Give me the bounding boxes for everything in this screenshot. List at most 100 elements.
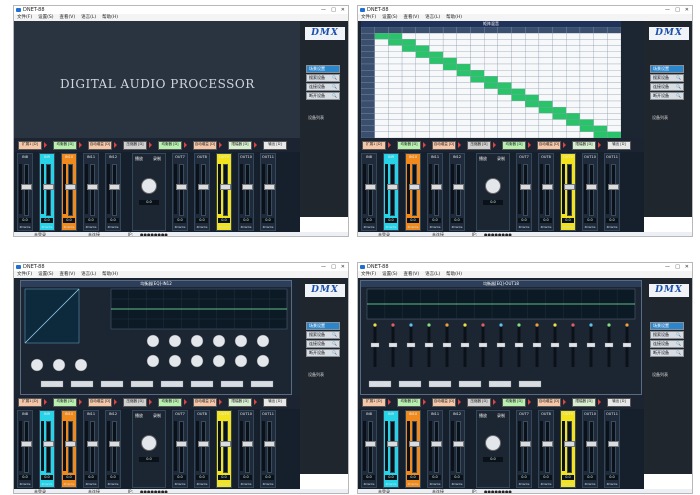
matrix-cell[interactable] bbox=[401, 51, 416, 58]
matrix-cell[interactable] bbox=[374, 107, 389, 114]
matrix-cell[interactable] bbox=[566, 100, 581, 108]
matrix-cell[interactable] bbox=[607, 100, 621, 108]
matrix-cell[interactable] bbox=[456, 125, 471, 132]
matrix-cell[interactable] bbox=[538, 76, 553, 83]
matrix-cell[interactable] bbox=[593, 51, 608, 58]
matrix-cell[interactable] bbox=[497, 100, 512, 108]
matrix-cell[interactable] bbox=[456, 70, 471, 77]
matrix-cell[interactable] bbox=[374, 57, 389, 65]
matrix-cell[interactable] bbox=[525, 76, 540, 83]
menu-item[interactable]: 语言(L) bbox=[425, 272, 440, 277]
menu-item[interactable]: 设置(S) bbox=[38, 272, 53, 277]
matrix-cell[interactable] bbox=[525, 39, 540, 46]
fader-handle[interactable] bbox=[453, 441, 464, 447]
master-knob[interactable] bbox=[141, 435, 157, 451]
matrix-cell[interactable] bbox=[470, 94, 485, 102]
menu-item[interactable]: 设置(S) bbox=[38, 15, 53, 20]
matrix-cell[interactable] bbox=[538, 63, 553, 71]
matrix-cell[interactable] bbox=[374, 113, 389, 120]
matrix-cell[interactable] bbox=[497, 82, 512, 89]
matrix-cell[interactable] bbox=[552, 63, 567, 71]
path-button[interactable]: 自动增益 [D] bbox=[193, 141, 217, 150]
matrix-cell[interactable] bbox=[429, 82, 444, 89]
matrix-cell[interactable] bbox=[579, 82, 594, 89]
menu-item[interactable]: 查看(V) bbox=[403, 272, 419, 277]
path-button[interactable]: 均衡器 [D] bbox=[502, 141, 526, 150]
matrix-cell[interactable] bbox=[484, 45, 498, 52]
matrix-cell[interactable] bbox=[470, 33, 485, 40]
matrix-cell[interactable] bbox=[484, 57, 498, 65]
matrix-cell[interactable] bbox=[497, 70, 512, 77]
matrix-cell[interactable] bbox=[456, 119, 471, 126]
matrix-cell[interactable] bbox=[593, 70, 608, 77]
matrix-cell[interactable] bbox=[484, 107, 498, 114]
matrix-cell[interactable] bbox=[552, 107, 567, 114]
matrix-cell[interactable] bbox=[538, 125, 553, 132]
fader-handle[interactable] bbox=[608, 184, 619, 190]
matrix-cell[interactable] bbox=[429, 119, 444, 126]
matrix-cell[interactable] bbox=[401, 63, 416, 71]
matrix-cell[interactable] bbox=[442, 119, 457, 126]
matrix-cell[interactable] bbox=[401, 88, 416, 95]
matrix-cell[interactable] bbox=[429, 57, 444, 65]
matrix-cell[interactable] bbox=[456, 76, 471, 83]
matrix-cell[interactable] bbox=[470, 57, 485, 65]
path-button[interactable]: 均衡器 [D] bbox=[397, 141, 421, 150]
matrix-cell[interactable] bbox=[374, 51, 389, 58]
matrix-cell[interactable] bbox=[484, 70, 498, 77]
matrix-cell[interactable] bbox=[538, 57, 553, 65]
matrix-cell[interactable] bbox=[579, 88, 594, 95]
matrix-cell[interactable] bbox=[566, 113, 581, 120]
matrix-cell[interactable] bbox=[429, 63, 444, 71]
matrix-cell[interactable] bbox=[552, 57, 567, 65]
matrix-cell[interactable] bbox=[442, 100, 457, 108]
matrix-cell[interactable] bbox=[566, 45, 581, 52]
matrix-cell[interactable] bbox=[388, 76, 403, 83]
matrix-cell[interactable] bbox=[470, 88, 485, 95]
maximize-button[interactable]: □ bbox=[331, 263, 336, 271]
matrix-cell[interactable] bbox=[429, 100, 444, 108]
maximize-button[interactable]: □ bbox=[331, 6, 336, 14]
matrix-cell[interactable] bbox=[552, 100, 567, 108]
matrix-cell[interactable] bbox=[442, 57, 457, 65]
matrix-cell[interactable] bbox=[470, 76, 485, 83]
matrix-cell[interactable] bbox=[579, 100, 594, 108]
close-button[interactable]: ✕ bbox=[341, 6, 345, 14]
maximize-button[interactable]: □ bbox=[675, 263, 680, 271]
matrix-cell[interactable] bbox=[442, 63, 457, 71]
matrix-cell[interactable] bbox=[442, 82, 457, 89]
matrix-cell[interactable] bbox=[415, 82, 430, 89]
matrix-cell[interactable] bbox=[470, 45, 485, 52]
matrix-cell[interactable] bbox=[415, 70, 430, 77]
fader-handle[interactable] bbox=[198, 184, 209, 190]
matrix-cell[interactable] bbox=[593, 33, 608, 40]
matrix-cell[interactable] bbox=[388, 125, 403, 132]
matrix-cell[interactable] bbox=[566, 57, 581, 65]
matrix-cell[interactable] bbox=[538, 82, 553, 89]
matrix-cell[interactable] bbox=[470, 113, 485, 120]
matrix-cell[interactable] bbox=[525, 107, 540, 114]
matrix-cell[interactable] bbox=[388, 51, 403, 58]
matrix-cell[interactable] bbox=[388, 45, 403, 52]
matrix-cell[interactable] bbox=[415, 94, 430, 102]
side-button[interactable]: 连接设备 🔍 bbox=[650, 83, 684, 91]
matrix-cell[interactable] bbox=[579, 45, 594, 52]
matrix-cell[interactable] bbox=[415, 113, 430, 120]
fader-handle[interactable] bbox=[176, 184, 187, 190]
matrix-cell[interactable] bbox=[607, 39, 621, 46]
fader-handle[interactable] bbox=[387, 184, 398, 190]
matrix-cell[interactable] bbox=[415, 76, 430, 83]
matrix-cell[interactable] bbox=[579, 113, 594, 120]
matrix-cell[interactable] bbox=[497, 39, 512, 46]
matrix-cell[interactable] bbox=[401, 100, 416, 108]
matrix-cell[interactable] bbox=[497, 45, 512, 52]
matrix-cell[interactable] bbox=[429, 113, 444, 120]
path-button[interactable]: 限幅器 [D] bbox=[228, 398, 252, 407]
menu-item[interactable]: 查看(V) bbox=[59, 272, 75, 277]
path-button[interactable]: 扩展1 [D] bbox=[362, 398, 386, 407]
matrix-cell[interactable] bbox=[497, 125, 512, 132]
matrix-cell[interactable] bbox=[456, 39, 471, 46]
side-button[interactable]: 场景设置 bbox=[650, 65, 684, 73]
matrix-cell[interactable] bbox=[401, 70, 416, 77]
matrix-cell[interactable] bbox=[484, 88, 498, 95]
